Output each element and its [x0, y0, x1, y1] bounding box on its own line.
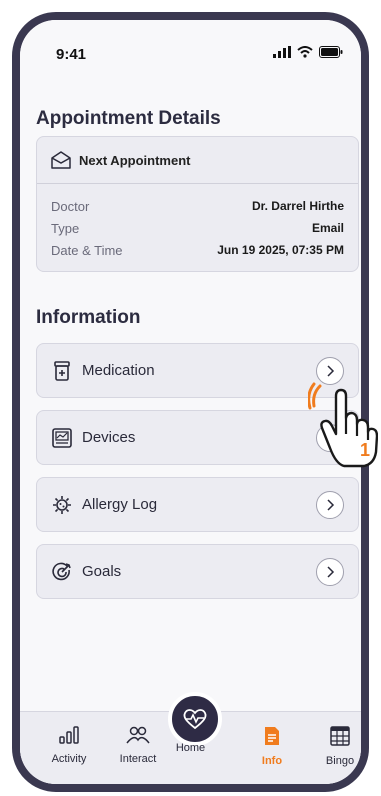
- appointment-card-title: Next Appointment: [79, 152, 191, 168]
- info-item-label: Goals: [82, 563, 122, 580]
- heart-pulse-icon: [183, 709, 206, 730]
- battery-icon: [319, 46, 343, 58]
- status-icons: [273, 46, 343, 58]
- envelope-open-icon: [51, 151, 71, 169]
- bingo-icon: [330, 726, 350, 746]
- row-key: Date & Time: [51, 243, 123, 258]
- activity-icon: [59, 726, 79, 744]
- appointment-row-datetime: Date & Time Jun 19 2025, 07:35 PM: [51, 243, 344, 258]
- tab-label: Home: [175, 742, 206, 754]
- row-key: Doctor: [51, 199, 90, 214]
- appointment-card[interactable]: Next Appointment Doctor Dr. Darrel Hirth…: [36, 136, 359, 272]
- info-item-allergy-log[interactable]: Allergy Log: [36, 477, 359, 532]
- tab-label: Info: [261, 755, 283, 767]
- allergy-icon: [51, 494, 73, 516]
- tab-label: Interact: [119, 753, 157, 765]
- status-bar: 9:41: [20, 20, 361, 80]
- tab-bar: Activity Interact Home Info Bingo: [20, 692, 361, 784]
- goals-icon: [51, 561, 73, 583]
- appointment-section-title: Appointment Details: [36, 108, 221, 129]
- tab-interact[interactable]: Interact: [108, 726, 168, 765]
- wifi-icon: [297, 46, 313, 58]
- tab-label: Activity: [51, 753, 87, 765]
- chevron-right-icon[interactable]: [316, 491, 344, 519]
- info-item-goals[interactable]: Goals: [36, 544, 359, 599]
- row-value: Dr. Darrel Hirthe: [251, 199, 344, 213]
- signal-icon: [273, 46, 291, 58]
- chevron-right-icon[interactable]: [316, 558, 344, 586]
- appointment-row-doctor: Doctor Dr. Darrel Hirthe: [51, 199, 344, 214]
- information-section-title: Information: [36, 307, 141, 328]
- tab-bingo[interactable]: Bingo: [310, 726, 361, 767]
- row-key: Type: [51, 221, 80, 236]
- home-fab[interactable]: [167, 692, 222, 746]
- medication-icon: [51, 360, 73, 382]
- appointment-card-header: Next Appointment: [51, 151, 190, 169]
- divider: [37, 183, 358, 184]
- tab-info[interactable]: Info: [242, 726, 302, 767]
- info-item-label: Allergy Log: [82, 496, 158, 513]
- devices-icon: [51, 427, 73, 449]
- tab-label: Bingo: [325, 755, 355, 767]
- appointment-row-type: Type Email: [51, 221, 344, 236]
- tap-step-number: 1: [360, 440, 371, 460]
- tab-activity[interactable]: Activity: [39, 726, 99, 765]
- info-item-label: Medication: [82, 362, 155, 379]
- info-document-icon: [265, 727, 279, 745]
- interact-icon: [126, 726, 150, 744]
- row-value: Email: [311, 221, 344, 235]
- status-time: 9:41: [56, 46, 87, 63]
- row-value: Jun 19 2025, 07:35 PM: [217, 243, 344, 257]
- info-item-label: Devices: [82, 429, 136, 446]
